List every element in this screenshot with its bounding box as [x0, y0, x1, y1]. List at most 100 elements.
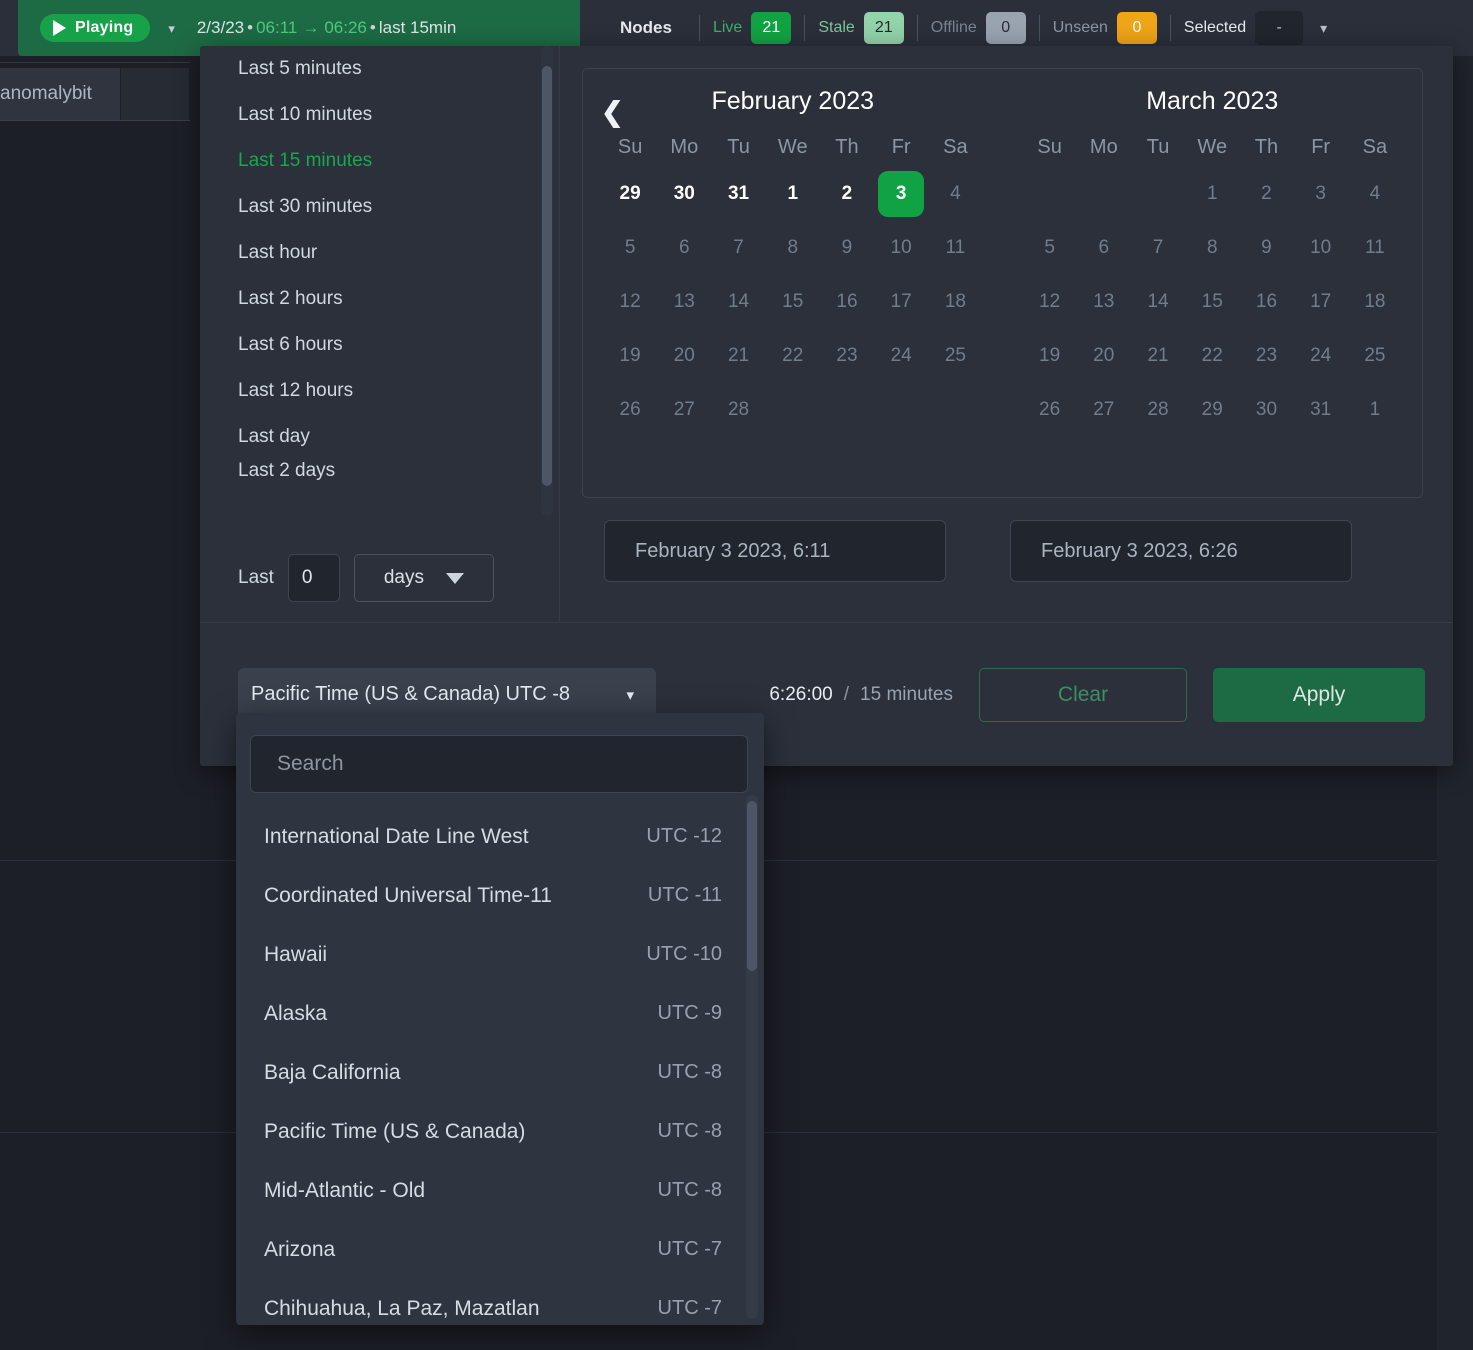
calendar-day[interactable]: 24 — [1294, 329, 1348, 383]
calendar-day[interactable]: 26 — [603, 383, 657, 437]
calendar-day[interactable]: 27 — [657, 383, 711, 437]
preset-item[interactable]: Last day — [200, 414, 560, 460]
calendar-day[interactable]: 27 — [1077, 383, 1131, 437]
calendar-day[interactable]: 10 — [1294, 221, 1348, 275]
calendar-day[interactable]: 21 — [711, 329, 765, 383]
calendar-day[interactable]: 25 — [928, 329, 982, 383]
calendar-day[interactable]: 30 — [1239, 383, 1293, 437]
calendar-day[interactable]: 4 — [928, 167, 982, 221]
calendar-day[interactable]: 16 — [820, 275, 874, 329]
calendar-day[interactable]: 18 — [1348, 275, 1402, 329]
calendar-day[interactable]: 8 — [766, 221, 820, 275]
calendar-day[interactable]: 19 — [1023, 329, 1077, 383]
calendar-day[interactable]: 9 — [820, 221, 874, 275]
apply-button[interactable]: Apply — [1213, 667, 1425, 722]
timezone-search-input[interactable]: Search — [250, 735, 748, 793]
custom-amount-input[interactable]: 0 — [287, 554, 340, 602]
calendar-day[interactable]: 17 — [1294, 275, 1348, 329]
timezone-scrollbar-thumb[interactable] — [747, 801, 757, 971]
calendar-day[interactable]: 6 — [657, 221, 711, 275]
preset-item[interactable]: Last 2 hours — [200, 276, 560, 322]
calendar-day[interactable]: 9 — [1239, 221, 1293, 275]
playing-button[interactable]: Playing — [40, 14, 151, 42]
calendar-day[interactable]: 25 — [1348, 329, 1402, 383]
calendar-day[interactable]: 12 — [603, 275, 657, 329]
status-selected[interactable]: Selected - — [1184, 11, 1304, 45]
calendar-day[interactable]: 7 — [1131, 221, 1185, 275]
calendar-day[interactable]: 14 — [711, 275, 765, 329]
presets-scrollbar-thumb[interactable] — [542, 66, 552, 486]
calendar-day[interactable]: 6 — [1077, 221, 1131, 275]
preset-item[interactable]: Last 15 minutes — [200, 138, 560, 184]
calendar-day[interactable]: 28 — [1131, 383, 1185, 437]
calendar-day[interactable]: 17 — [874, 275, 928, 329]
calendar-day[interactable]: 3 — [1294, 167, 1348, 221]
preset-item[interactable]: Last 2 days — [200, 460, 560, 482]
chevron-left-icon[interactable]: ❮ — [601, 99, 624, 126]
calendar-day[interactable]: 18 — [928, 275, 982, 329]
calendar-day[interactable]: 15 — [1185, 275, 1239, 329]
timezone-list-item[interactable]: Chihuahua, La Paz, Mazatlan UTC -7 — [236, 1279, 764, 1325]
sidebar-node-label[interactable]: anomalybit — [0, 68, 120, 120]
timezone-list-item[interactable]: International Date Line West UTC -12 — [236, 807, 764, 866]
calendar-day[interactable]: 11 — [928, 221, 982, 275]
calendar-day[interactable]: 22 — [1185, 329, 1239, 383]
timezone-list-item[interactable]: Hawaii UTC -10 — [236, 925, 764, 984]
preset-item[interactable]: Last 30 minutes — [200, 184, 560, 230]
calendar-day[interactable]: 20 — [1077, 329, 1131, 383]
preset-item[interactable]: Last 10 minutes — [200, 92, 560, 138]
calendar-day[interactable]: 23 — [1239, 329, 1293, 383]
calendar-day[interactable]: 21 — [1131, 329, 1185, 383]
preset-item[interactable]: Last 6 hours — [200, 322, 560, 368]
clear-button[interactable]: Clear — [979, 667, 1187, 722]
timezone-list-item[interactable]: Pacific Time (US & Canada) UTC -8 — [236, 1102, 764, 1161]
calendar-day[interactable]: 19 — [603, 329, 657, 383]
calendar-day[interactable]: 13 — [1077, 275, 1131, 329]
calendar-day[interactable]: 28 — [711, 383, 765, 437]
calendar-day[interactable]: 30 — [657, 167, 711, 221]
calendar-day[interactable]: 8 — [1185, 221, 1239, 275]
timezone-list-item[interactable]: Mid-Atlantic - Old UTC -8 — [236, 1161, 764, 1220]
timezone-list-item[interactable]: Coordinated Universal Time-11 UTC -11 — [236, 866, 764, 925]
calendar-day[interactable]: 4 — [1348, 167, 1402, 221]
calendar-day[interactable]: 31 — [1294, 383, 1348, 437]
calendar-day[interactable]: 31 — [711, 167, 765, 221]
preset-item[interactable]: Last 12 hours — [200, 368, 560, 414]
date-to-input[interactable]: February 3 2023, 6:26 — [1010, 520, 1352, 582]
timezone-list-item[interactable]: Alaska UTC -9 — [236, 984, 764, 1043]
calendar-day[interactable]: 12 — [1023, 275, 1077, 329]
calendar-day[interactable]: 5 — [603, 221, 657, 275]
calendar-day[interactable]: 10 — [874, 221, 928, 275]
calendar-day[interactable]: 20 — [657, 329, 711, 383]
calendar-day[interactable]: 29 — [603, 167, 657, 221]
chevron-down-icon[interactable]: ▾ — [168, 22, 175, 35]
calendar-day[interactable]: 11 — [1348, 221, 1402, 275]
preset-item[interactable]: Last 5 minutes — [200, 46, 560, 92]
custom-unit-select[interactable]: days — [353, 554, 494, 602]
timezone-list-item[interactable]: Baja California UTC -8 — [236, 1043, 764, 1102]
calendar-day[interactable]: 22 — [766, 329, 820, 383]
status-live[interactable]: Live 21 — [713, 12, 792, 44]
status-unseen[interactable]: Unseen 0 — [1053, 12, 1157, 44]
calendar-day[interactable]: 16 — [1239, 275, 1293, 329]
status-stale[interactable]: Stale 21 — [818, 12, 904, 44]
calendar-day[interactable]: 23 — [820, 329, 874, 383]
calendar-day-selected[interactable]: 3 — [874, 167, 928, 221]
date-from-input[interactable]: February 3 2023, 6:11 — [604, 520, 946, 582]
calendar-day[interactable]: 13 — [657, 275, 711, 329]
calendar-day[interactable]: 14 — [1131, 275, 1185, 329]
calendar-day[interactable]: 2 — [1239, 167, 1293, 221]
presets-list[interactable]: Last 5 minutes Last 10 minutes Last 15 min… — [200, 46, 560, 516]
status-offline[interactable]: Offline 0 — [931, 12, 1026, 44]
calendar-day[interactable]: 29 — [1185, 383, 1239, 437]
calendar-day[interactable]: 1 — [1185, 167, 1239, 221]
time-range-summary[interactable]: 2/3/23 • 06:11 → 06:26 • last 15min — [197, 18, 456, 38]
calendar-day[interactable]: 7 — [711, 221, 765, 275]
preset-item[interactable]: Last hour — [200, 230, 560, 276]
calendar-day[interactable]: 2 — [820, 167, 874, 221]
calendar-day[interactable]: 1 — [1348, 383, 1402, 437]
timezone-list-item[interactable]: Arizona UTC -7 — [236, 1220, 764, 1279]
calendar-day[interactable]: 5 — [1023, 221, 1077, 275]
calendar-day[interactable]: 15 — [766, 275, 820, 329]
chevron-down-icon[interactable]: ▾ — [1320, 20, 1327, 37]
